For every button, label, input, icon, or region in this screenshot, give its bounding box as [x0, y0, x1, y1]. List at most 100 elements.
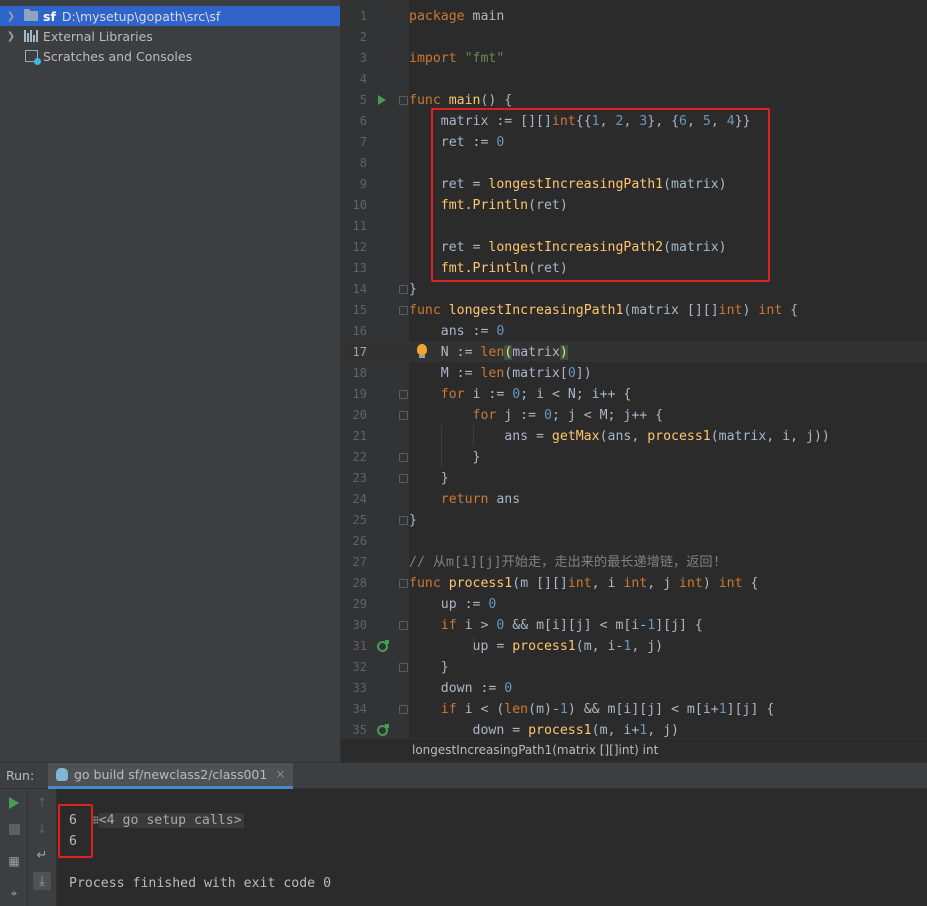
close-icon[interactable]: × — [275, 767, 285, 781]
layout-button[interactable]: ▦ — [5, 852, 23, 870]
code-line[interactable]: 25} — [341, 510, 927, 531]
code-text: for j := 0; j < M; j++ { — [472, 408, 664, 423]
code-line[interactable]: 1 package main — [341, 6, 927, 27]
tree-item-scratches[interactable]: Scratches and Consoles — [0, 46, 340, 66]
code-text: M := len(matrix[0]) — [409, 366, 592, 381]
code-text: } — [409, 282, 417, 297]
fold-marker-icon[interactable] — [399, 306, 408, 315]
line-number: 9 — [359, 177, 367, 191]
line-number: 19 — [352, 387, 367, 401]
line-number: 1 — [359, 9, 367, 23]
code-line[interactable]: 2 — [341, 27, 927, 48]
tree-item-sf-root[interactable]: ❯ sf D:\mysetup\gopath\src\sf — [0, 6, 340, 26]
code-line[interactable]: 28 func process1(m [][]int, i int, j int)… — [341, 573, 927, 594]
code-text: up = process1(m, i-1, j) — [409, 639, 664, 654]
code-text: down := 0 — [409, 681, 513, 696]
code-line[interactable]: 17 N := len(matrix) — [341, 342, 927, 363]
fold-marker-icon[interactable] — [399, 453, 408, 462]
libraries-icon — [23, 29, 39, 43]
run-gutter-icon[interactable] — [378, 95, 386, 105]
line-number: 17 — [352, 345, 367, 359]
code-text: return ans — [440, 492, 521, 507]
line-number: 27 — [352, 555, 367, 569]
code-line[interactable]: 15 func longestIncreasingPath1(matrix [][… — [341, 300, 927, 321]
code-line[interactable]: 32 } — [341, 657, 927, 678]
code-text: func process1(m [][]int, i int, j int) i… — [409, 576, 759, 591]
code-text: up := 0 — [409, 597, 497, 612]
line-number: 28 — [352, 576, 367, 590]
chevron-right-icon[interactable]: ❯ — [6, 31, 16, 42]
line-number: 24 — [352, 492, 367, 506]
play-icon — [9, 797, 19, 809]
code-text: N := len(matrix) — [409, 345, 568, 360]
code-line[interactable]: 3 import "fmt" — [341, 48, 927, 69]
console-finished-line: Process finished with exit code 0 — [69, 876, 332, 891]
line-number: 7 — [359, 135, 367, 149]
code-line[interactable]: 21 ans = getMax(ans, process1(matrix, i,… — [341, 426, 927, 447]
stop-button[interactable] — [5, 820, 23, 838]
code-line[interactable]: 29 up := 0 — [341, 594, 927, 615]
fold-marker-icon[interactable] — [399, 663, 408, 672]
code-line[interactable]: 16 ans := 0 — [341, 321, 927, 342]
breadcrumb[interactable]: longestIncreasingPath1(matrix [][]int) i… — [341, 738, 927, 762]
run-tab[interactable]: go build sf/newclass2/class001 × — [48, 762, 294, 789]
line-number: 10 — [352, 198, 367, 212]
line-number: 21 — [352, 429, 367, 443]
fold-marker-icon[interactable] — [399, 705, 408, 714]
chevron-right-icon[interactable]: ❯ — [6, 11, 16, 22]
code-line[interactable]: 23 } — [341, 468, 927, 489]
scroll-end-icon: ⤓ — [39, 873, 45, 889]
run-label: Run: — [6, 768, 35, 783]
code-text: ans := 0 — [409, 324, 505, 339]
tree-label: External Libraries — [43, 28, 153, 44]
code-line[interactable]: 30 if i > 0 && m[i][j] < m[i-1][j] { — [341, 615, 927, 636]
line-number: 26 — [352, 534, 367, 548]
line-number: 11 — [352, 219, 367, 233]
line-number: 30 — [352, 618, 367, 632]
code-text: if i > 0 && m[i][j] < m[i-1][j] { — [440, 618, 703, 633]
fold-marker-icon[interactable] — [399, 285, 408, 294]
scroll-to-end-button[interactable]: ⤓ — [33, 872, 51, 890]
code-line[interactable]: 26 — [341, 531, 927, 552]
code-line[interactable]: 14} — [341, 279, 927, 300]
fold-marker-icon[interactable] — [399, 516, 408, 525]
code-line[interactable]: 31 up = process1(m, i-1, j) — [341, 636, 927, 657]
fold-marker-icon[interactable] — [399, 390, 408, 399]
fold-marker-icon[interactable] — [399, 474, 408, 483]
code-line[interactable]: 22 } — [341, 447, 927, 468]
line-number: 16 — [352, 324, 367, 338]
tree-label: Scratches and Consoles — [43, 48, 193, 64]
run-console[interactable]: ⊞<4 go setup calls> 6 6 Process finished… — [57, 789, 927, 906]
fold-marker-icon[interactable] — [399, 579, 408, 588]
code-line[interactable]: 20 for j := 0; j < M; j++ { — [341, 405, 927, 426]
tree-root-name: sf — [43, 8, 56, 24]
rerun-button[interactable] — [5, 794, 23, 812]
scroll-up-button[interactable]: ↑ — [33, 794, 51, 812]
fold-marker-icon[interactable] — [399, 411, 408, 420]
fold-marker-icon[interactable] — [399, 621, 408, 630]
indent-guide — [473, 635, 474, 656]
line-number: 32 — [352, 660, 367, 674]
code-line[interactable]: 34 if i < (len(m)-1) && m[i][j] < m[i+1]… — [341, 699, 927, 720]
code-line[interactable]: 4 — [341, 69, 927, 90]
line-number: 34 — [352, 702, 367, 716]
soft-wrap-button[interactable]: ↵ — [33, 846, 51, 864]
pin-button[interactable]: ⌖ — [5, 884, 23, 902]
fold-marker-icon[interactable] — [399, 96, 408, 105]
code-line[interactable]: 33 down := 0 — [341, 678, 927, 699]
line-number: 23 — [352, 471, 367, 485]
tree-item-external-libraries[interactable]: ❯ External Libraries — [0, 26, 340, 46]
code-line[interactable]: 18 M := len(matrix[0]) — [341, 363, 927, 384]
code-line[interactable]: 24 return ans — [341, 489, 927, 510]
run-toolbar-primary: ▦ ⌖ — [0, 789, 28, 906]
breadcrumb-item[interactable]: longestIncreasingPath1(matrix [][]int) i… — [412, 743, 658, 757]
scroll-down-button[interactable]: ↓ — [33, 820, 51, 838]
code-highlight-box — [431, 108, 770, 282]
code-line[interactable]: 19 for i := 0; i < N; i++ { — [341, 384, 927, 405]
code-line[interactable]: 27 // 从m[i][j]开始走，走出来的最长递增链，返回! — [341, 552, 927, 573]
code-text: } — [409, 450, 481, 465]
line-number: 12 — [352, 240, 367, 254]
line-number: 5 — [359, 93, 367, 107]
code-text: if i < (len(m)-1) && m[i][j] < m[i+1][j]… — [440, 702, 775, 717]
line-number: 2 — [359, 30, 367, 44]
